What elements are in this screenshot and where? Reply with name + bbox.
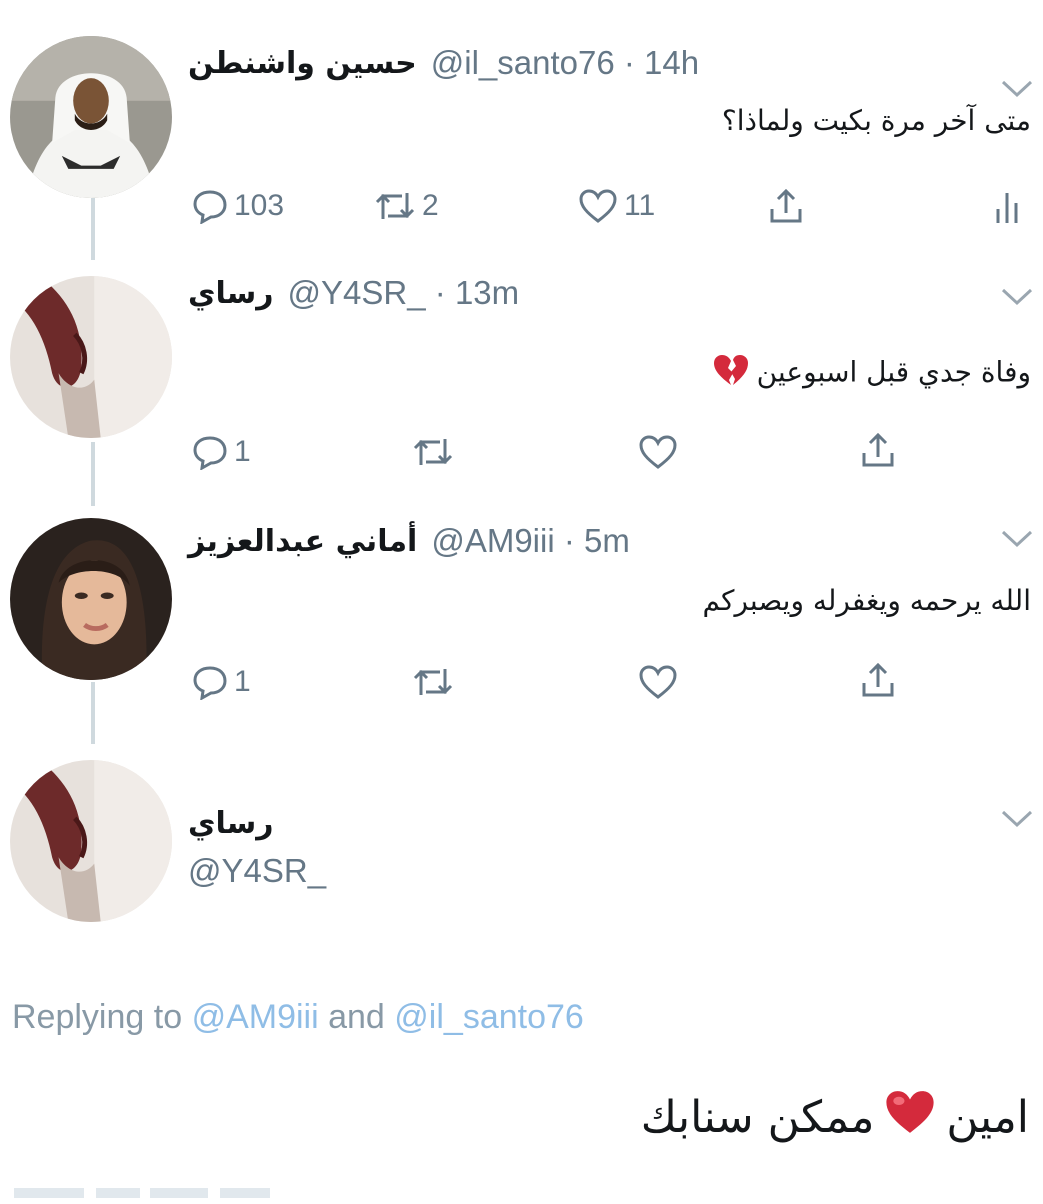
reply-button[interactable]: 1: [192, 660, 251, 704]
avatar[interactable]: [10, 36, 172, 198]
retweet-icon: [375, 193, 415, 219]
reply-button[interactable]: 103: [192, 184, 284, 228]
retweet-button[interactable]: 2: [374, 184, 439, 228]
chevron-down-icon[interactable]: [1000, 78, 1034, 100]
timestamp[interactable]: 14h: [644, 44, 699, 81]
tweet-text: الله يرحمه ويغفرله ويصبركم: [702, 584, 1031, 617]
share-button[interactable]: [768, 184, 804, 228]
reply-count: 1: [234, 435, 251, 468]
heart-icon: [639, 435, 677, 469]
like-button[interactable]: [638, 430, 678, 474]
broken-heart-icon: [711, 352, 751, 395]
username[interactable]: @Y4SR_: [288, 274, 426, 311]
retweet-icon: [413, 669, 453, 695]
display-name[interactable]: رساي: [188, 806, 274, 841]
avatar[interactable]: [10, 276, 172, 438]
reply-text-end: ممكن سنابك: [640, 1091, 875, 1143]
reply-text-start: امين: [946, 1091, 1029, 1143]
timestamp[interactable]: 13m: [455, 274, 519, 311]
timestamp[interactable]: 5m: [584, 522, 630, 559]
tweet-header: حسين واشنطن @il_santo76 · 14h: [188, 40, 699, 86]
replying-to: Replying to @AM9iii and @il_santo76: [12, 998, 584, 1037]
replying-and: and: [328, 998, 385, 1036]
reply-button[interactable]: 1: [192, 430, 251, 474]
tweet-text: متى آخر مرة بكيت ولماذا؟: [721, 104, 1031, 137]
reply-text: امين ممكن سنابك: [641, 1082, 1029, 1152]
handle-time: @AM9iii · 5m: [431, 522, 630, 559]
tweet-header: أماني عبدالعزيز @AM9iii · 5m: [188, 518, 630, 564]
heart-icon: [579, 189, 617, 223]
mention-link[interactable]: @il_santo76: [394, 998, 584, 1036]
analytics-icon: [996, 193, 1018, 223]
mention-link[interactable]: @AM9iii: [192, 998, 319, 1036]
chevron-down-icon[interactable]: [1000, 528, 1034, 550]
thread-connector-line: [91, 198, 95, 260]
share-icon: [862, 662, 894, 697]
username[interactable]: @Y4SR_: [188, 852, 326, 890]
like-button[interactable]: [638, 660, 678, 704]
chevron-down-icon[interactable]: [1000, 286, 1034, 308]
retweet-icon: [413, 439, 453, 465]
share-icon: [862, 432, 894, 467]
red-heart-icon: [882, 1087, 938, 1148]
comment-icon: [193, 436, 227, 470]
tweet-text-content: وفاة جدي قبل اسبوعين: [756, 355, 1031, 389]
thread-connector-line: [91, 442, 95, 506]
share-icon: [770, 188, 802, 223]
handle-time: @Y4SR_ · 13m: [287, 274, 520, 311]
retweet-button[interactable]: [412, 660, 454, 704]
avatar[interactable]: [10, 518, 172, 680]
thread-connector-line: [91, 682, 95, 744]
replying-prefix: Replying to: [12, 998, 183, 1036]
comment-icon: [193, 666, 227, 700]
comment-icon: [193, 190, 227, 224]
retweet-count: 2: [422, 189, 439, 222]
username[interactable]: @il_santo76: [431, 44, 615, 81]
reply-count: 1: [234, 665, 251, 698]
avatar[interactable]: [10, 760, 172, 922]
heart-icon: [639, 665, 677, 699]
handle-time: @il_santo76 · 14h: [430, 44, 700, 81]
retweet-button[interactable]: [412, 430, 454, 474]
share-button[interactable]: [860, 428, 896, 472]
username[interactable]: @AM9iii: [431, 522, 554, 559]
tweet-text: وفاة جدي قبل اسبوعين: [705, 352, 1031, 395]
cropped-footer: [0, 1180, 300, 1200]
share-button[interactable]: [860, 658, 896, 702]
reply-count: 103: [234, 189, 285, 222]
tweet-header: رساي @Y4SR_ · 13m: [188, 270, 519, 316]
like-count: 11: [624, 189, 656, 222]
display-name[interactable]: حسين واشنطن: [188, 46, 417, 81]
like-button[interactable]: 11: [578, 184, 655, 228]
display-name[interactable]: رساي: [188, 276, 274, 311]
analytics-button[interactable]: [994, 184, 1024, 228]
chevron-down-icon[interactable]: [1000, 808, 1034, 830]
reply-author-name: رساي: [188, 800, 274, 846]
display-name[interactable]: أماني عبدالعزيز: [188, 524, 417, 559]
